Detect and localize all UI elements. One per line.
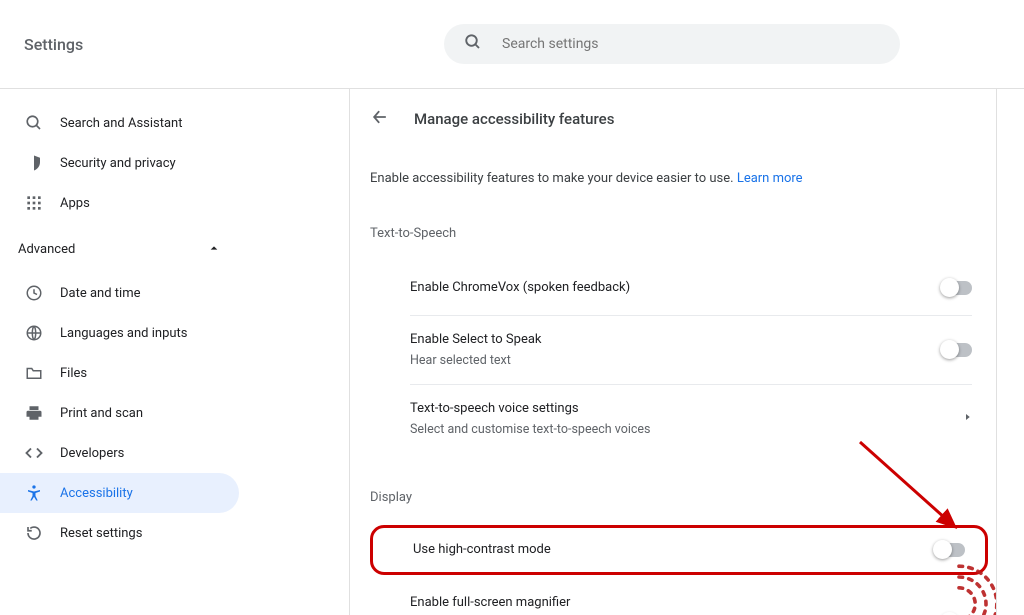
- section-label-tts: Text-to-Speech: [350, 226, 996, 241]
- globe-icon: [24, 323, 44, 343]
- row-chromevox: Enable ChromeVox (spoken feedback): [350, 261, 996, 315]
- print-icon: [24, 403, 44, 423]
- sidebar-item-reset[interactable]: Reset settings: [0, 513, 239, 553]
- sidebar-item-label: Apps: [60, 196, 90, 211]
- apps-icon: [24, 193, 44, 213]
- row-title: Enable full-screen magnifier: [410, 593, 942, 613]
- accessibility-icon: [24, 483, 44, 503]
- sidebar-item-date-time[interactable]: Date and time: [0, 273, 239, 313]
- search-input[interactable]: [502, 24, 880, 64]
- toggle-high-contrast[interactable]: [935, 543, 965, 557]
- sidebar-section-advanced[interactable]: Advanced: [0, 229, 349, 269]
- sidebar-item-label: Languages and inputs: [60, 326, 188, 341]
- sidebar-item-developers[interactable]: Developers: [0, 433, 239, 473]
- row-title: Enable ChromeVox (spoken feedback): [410, 278, 942, 298]
- sidebar-item-apps[interactable]: Apps: [0, 183, 239, 223]
- sidebar-item-label: Search and Assistant: [60, 116, 183, 131]
- sidebar-item-label: Date and time: [60, 286, 141, 301]
- row-high-contrast: Use high-contrast mode: [373, 528, 985, 572]
- row-subtitle: Hear selected text: [410, 352, 942, 371]
- code-icon: [24, 443, 44, 463]
- toggle-chromevox[interactable]: [942, 281, 972, 295]
- search-bar[interactable]: [444, 24, 900, 64]
- page-header: Manage accessibility features: [350, 107, 996, 131]
- row-title: Text-to-speech voice settings: [410, 399, 963, 419]
- clock-icon: [24, 283, 44, 303]
- sidebar-item-label: Reset settings: [60, 526, 142, 541]
- row-title: Use high-contrast mode: [413, 540, 935, 560]
- sidebar-item-print[interactable]: Print and scan: [0, 393, 239, 433]
- search-icon: [464, 33, 482, 55]
- page-description: Enable accessibility features to make yo…: [350, 171, 996, 186]
- sidebar-item-accessibility[interactable]: Accessibility: [0, 473, 239, 513]
- sidebar: Search and Assistant Security and privac…: [0, 89, 349, 615]
- sidebar-item-label: Developers: [60, 446, 124, 461]
- annotation-highlight-box: Use high-contrast mode: [370, 525, 988, 575]
- sidebar-section-label: Advanced: [18, 242, 75, 257]
- sidebar-item-files[interactable]: Files: [0, 353, 239, 393]
- sidebar-item-label: Accessibility: [60, 486, 133, 501]
- main-content: Manage accessibility features Enable acc…: [349, 89, 997, 615]
- row-title: Enable Select to Speak: [410, 330, 942, 350]
- search-icon: [24, 113, 44, 133]
- sidebar-item-label: Security and privacy: [60, 156, 176, 171]
- sidebar-item-label: Files: [60, 366, 87, 381]
- app-header: Settings: [0, 0, 1024, 89]
- chevron-right-icon: [963, 411, 972, 427]
- section-label-display: Display: [350, 490, 996, 505]
- reset-icon: [24, 523, 44, 543]
- sidebar-item-search-assistant[interactable]: Search and Assistant: [0, 103, 239, 143]
- sidebar-item-security[interactable]: Security and privacy: [0, 143, 239, 183]
- sidebar-item-languages[interactable]: Languages and inputs: [0, 313, 239, 353]
- row-tts-voice-settings[interactable]: Text-to-speech voice settings Select and…: [350, 385, 996, 453]
- page-title: Manage accessibility features: [414, 110, 614, 128]
- folder-icon: [24, 363, 44, 383]
- back-arrow-icon[interactable]: [370, 107, 390, 131]
- sidebar-item-label: Print and scan: [60, 406, 143, 421]
- chevron-up-icon: [209, 242, 219, 257]
- app-title: Settings: [24, 35, 83, 54]
- shield-icon: [24, 153, 44, 173]
- learn-more-link[interactable]: Learn more: [737, 171, 803, 186]
- row-subtitle: Select and customise text-to-speech voic…: [410, 421, 963, 440]
- row-magnifier: Enable full-screen magnifier Press Ctrl+…: [350, 575, 996, 615]
- row-select-to-speak: Enable Select to Speak Hear selected tex…: [350, 316, 996, 384]
- toggle-select-to-speak[interactable]: [942, 343, 972, 357]
